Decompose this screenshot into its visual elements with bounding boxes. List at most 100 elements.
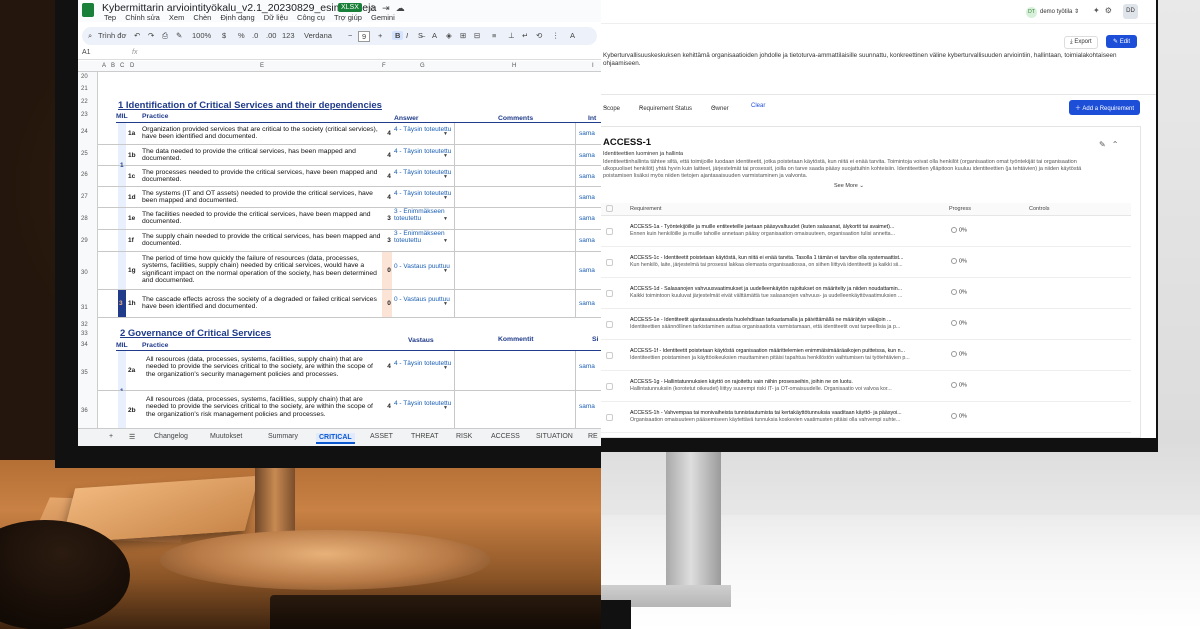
row-header[interactable]: 32 (81, 322, 88, 328)
col-header[interactable]: E (260, 63, 264, 69)
select-all-checkbox[interactable] (606, 205, 613, 212)
row-header[interactable]: 25 (81, 151, 88, 157)
table-row[interactable]: 1g The period of time how quickly the fa… (98, 252, 601, 290)
row-checkbox[interactable] (606, 228, 613, 235)
rotate-icon[interactable]: ⟲ (536, 31, 542, 40)
table-row[interactable]: 1b The data needed to provide the critic… (98, 145, 601, 166)
tab-muutokset[interactable]: Muutokset (210, 433, 242, 440)
italic-button[interactable]: I (406, 31, 408, 40)
add-sheet-button[interactable]: + (109, 433, 113, 440)
comment-cell[interactable] (454, 166, 576, 186)
row-checkbox[interactable] (606, 383, 613, 390)
tab-risk[interactable]: RISK (456, 433, 472, 440)
col-header[interactable]: H (512, 63, 516, 69)
tab-situation[interactable]: SITUATION (536, 433, 573, 440)
requirement-title[interactable]: ACCESS-1e - Identiteetit ajantasaisuudes… (630, 317, 920, 323)
practice-text[interactable]: All resources (data, processes, systems,… (146, 396, 380, 418)
col-header[interactable]: F (382, 63, 386, 69)
row-header[interactable]: 35 (81, 370, 88, 376)
menu-file[interactable]: Tep (104, 13, 116, 22)
row-header[interactable]: 31 (81, 305, 88, 311)
row-header[interactable]: 21 (81, 86, 88, 92)
score-cell[interactable]: 4 (384, 173, 394, 180)
practice-text[interactable]: The data needed to provide the critical … (142, 148, 382, 163)
row-checkbox[interactable] (606, 290, 613, 297)
tab-access[interactable]: ACCESS (491, 433, 520, 440)
reference-link[interactable]: sama (579, 237, 595, 244)
font-size-increase-icon[interactable]: + (378, 31, 382, 40)
row-header[interactable]: 30 (81, 270, 88, 276)
collapse-icon[interactable]: ⌃ (1112, 140, 1125, 149)
row-header[interactable]: 20 (81, 74, 88, 80)
comment-cell[interactable] (454, 123, 576, 144)
col-header[interactable]: B (111, 63, 115, 69)
table-row[interactable]: ACCESS-1d - Salasanojen vahvuusvaatimuks… (601, 278, 1131, 309)
table-row[interactable]: ACCESS-1g - Hallintatunnuksien käyttö on… (601, 371, 1131, 402)
requirement-title[interactable]: ACCESS-1a - Työntekijöille ja muille ent… (630, 224, 920, 230)
requirement-title[interactable]: ACCESS-1c - Identiteetit poistetaan käyt… (630, 255, 920, 261)
score-cell[interactable]: 0 (384, 300, 394, 307)
clear-filters-link[interactable]: Clear (751, 103, 765, 109)
table-row[interactable]: ACCESS-1e - Identiteetit ajantasaisuudes… (601, 309, 1131, 340)
row-checkbox[interactable] (606, 259, 613, 266)
requirement-title[interactable]: ACCESS-1g - Hallintatunnuksien käyttö on… (630, 379, 920, 385)
header-requirement[interactable]: Requirement (630, 206, 662, 212)
table-row[interactable]: 2a All resources (data, processes, syste… (98, 351, 601, 391)
number-format-button[interactable]: 123 (282, 31, 295, 40)
add-requirement-button[interactable]: ＋ Add a Requirement (1069, 100, 1141, 115)
menu-edit[interactable]: Chỉnh sửa (125, 13, 160, 22)
practice-text[interactable]: The supply chain needed to provide the c… (142, 233, 382, 248)
table-row[interactable]: 1d The systems (IT and OT assets) needed… (98, 187, 601, 208)
valign-icon[interactable]: ⊥ (508, 31, 515, 40)
row-checkbox[interactable] (606, 414, 613, 421)
tab-changelog[interactable]: Changelog (154, 433, 188, 440)
font-select[interactable]: Verdana (304, 31, 332, 40)
reference-link[interactable]: sama (579, 300, 595, 307)
row-header[interactable]: 28 (81, 216, 88, 222)
score-cell[interactable]: 4 (384, 194, 394, 201)
increase-decimal-button[interactable]: .00 (266, 31, 276, 40)
font-size-input[interactable]: 9 (358, 31, 371, 42)
dropdown-arrow-icon[interactable]: ▼ (443, 153, 448, 159)
col-header[interactable]: C (120, 63, 124, 69)
row-header[interactable]: 22 (81, 99, 88, 105)
table-row[interactable]: 1e The facilities needed to provide the … (98, 208, 601, 230)
owner-filter[interactable]: Owner ⌄ (711, 103, 729, 112)
reference-link[interactable]: sama (579, 173, 595, 180)
menu-gemini[interactable]: Gemini (371, 13, 395, 22)
reference-link[interactable]: sama (579, 194, 595, 201)
dropdown-arrow-icon[interactable]: ▼ (443, 216, 448, 222)
score-cell[interactable]: 4 (384, 363, 394, 370)
redo-icon[interactable]: ↷ (148, 31, 154, 40)
percent-button[interactable]: % (238, 31, 245, 40)
dropdown-arrow-icon[interactable]: ▼ (443, 131, 448, 137)
dropdown-arrow-icon[interactable]: ▼ (443, 268, 448, 274)
table-row[interactable]: ACCESS-1h - Vahvempaa tai monivaiheista … (601, 402, 1131, 433)
practice-text[interactable]: The period of time how quickly the failu… (142, 255, 382, 285)
dropdown-arrow-icon[interactable]: ▼ (443, 238, 448, 244)
table-row[interactable]: 1a Organization provided services that a… (98, 123, 601, 145)
all-sheets-button[interactable]: ☰ (129, 433, 135, 441)
dropdown-arrow-icon[interactable]: ▼ (443, 405, 448, 411)
requirement-title[interactable]: ACCESS-1d - Salasanojen vahvuusvaatimuks… (630, 286, 920, 292)
menu-help[interactable]: Trợ giúp (334, 13, 362, 22)
reference-link[interactable]: sama (579, 152, 595, 159)
zoom-select[interactable]: 100% (192, 31, 211, 40)
merge-cells-icon[interactable]: ⊟ (474, 31, 480, 40)
comment-cell[interactable] (454, 145, 576, 165)
scope-filter[interactable]: Scope ⌄ (603, 103, 620, 112)
practice-text[interactable]: The processes needed to provide the crit… (142, 169, 382, 184)
row-header[interactable]: 34 (81, 342, 88, 348)
search-icon[interactable]: ⌕ (88, 31, 92, 41)
comment-cell[interactable] (454, 351, 576, 390)
dropdown-arrow-icon[interactable]: ▼ (443, 365, 448, 371)
requirement-title[interactable]: ACCESS-1h - Vahvempaa tai monivaiheista … (630, 410, 920, 416)
strikethrough-icon[interactable]: S̶ (418, 31, 423, 40)
practice-text[interactable]: The cascade effects across the society o… (142, 296, 382, 311)
dropdown-arrow-icon[interactable]: ▼ (443, 195, 448, 201)
practice-text[interactable]: The systems (IT and OT assets) needed to… (142, 190, 382, 205)
row-header[interactable]: 29 (81, 238, 88, 244)
practice-text[interactable]: The facilities needed to provide the cri… (142, 211, 382, 226)
user-avatar[interactable]: DD (1123, 4, 1138, 19)
font-size-decrease-icon[interactable]: − (348, 31, 352, 40)
